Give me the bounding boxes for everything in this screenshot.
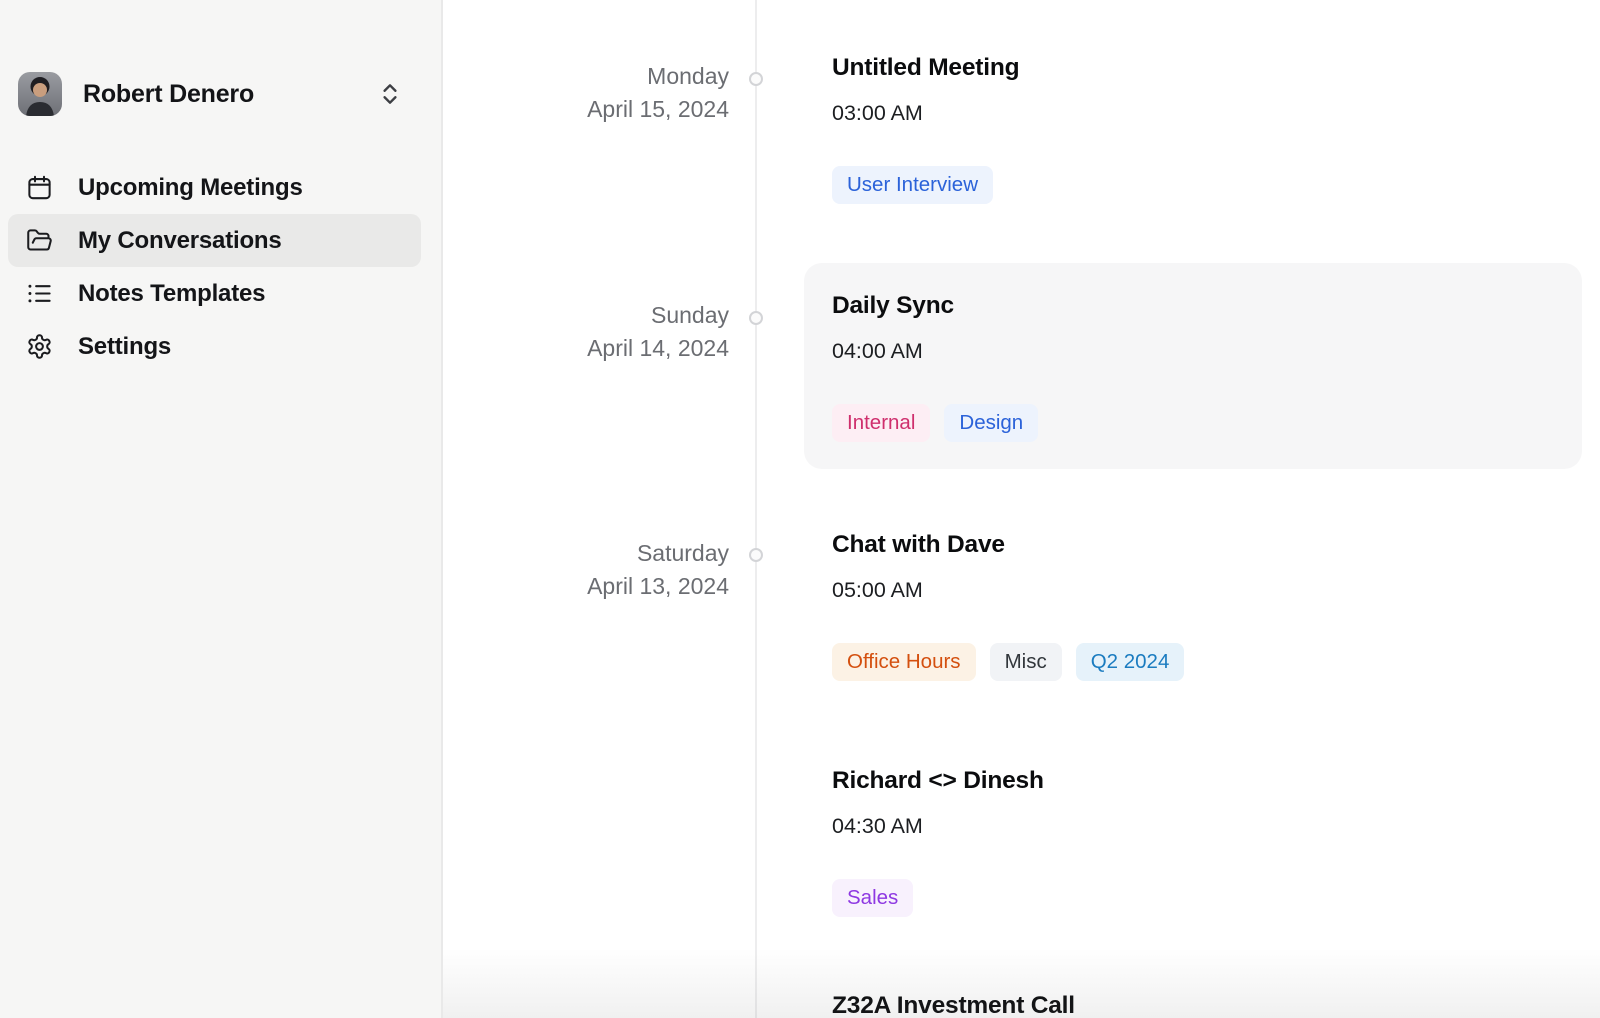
timeline-group: Saturday April 13, 2024 Chat with Dave 0… (443, 530, 1600, 1018)
conversations-timeline: Monday April 15, 2024 Untitled Meeting 0… (443, 0, 1600, 1018)
list-icon (26, 280, 53, 307)
timeline-dot (749, 72, 763, 86)
sidebar-item-label: My Conversations (78, 227, 282, 255)
timeline-dot (749, 311, 763, 325)
day-label: Monday (443, 60, 729, 93)
calendar-icon (26, 174, 53, 201)
meeting-tags: Sales (832, 879, 1554, 917)
day-label: Saturday (443, 537, 729, 570)
sidebar-item-label: Settings (78, 333, 171, 361)
meeting-tag: Sales (832, 879, 913, 917)
meeting-time: 04:30 AM (832, 813, 1554, 839)
meeting-tag: Design (944, 404, 1038, 442)
meeting-card[interactable]: Chat with Dave 05:00 AM Office Hours Mis… (804, 530, 1582, 681)
meeting-title: Chat with Dave (832, 530, 1554, 560)
folder-icon (26, 227, 53, 254)
user-name: Robert Denero (83, 80, 377, 109)
meeting-card[interactable]: Z32A Investment Call (804, 991, 1582, 1018)
sidebar-nav: Upcoming Meetings My Conversations (8, 161, 421, 373)
avatar (18, 72, 62, 116)
app-window: Robert Denero Upcoming Meetings (0, 0, 1600, 1018)
meeting-title: Untitled Meeting (832, 53, 1554, 83)
user-profile-switcher[interactable]: Robert Denero (18, 70, 421, 118)
sidebar-item-label: Upcoming Meetings (78, 174, 303, 202)
sidebar-item-notes-templates[interactable]: Notes Templates (8, 267, 421, 320)
meeting-tag: Office Hours (832, 643, 976, 681)
meeting-tag: Internal (832, 404, 930, 442)
date-label: April 15, 2024 (443, 93, 729, 126)
meeting-title: Daily Sync (832, 291, 1554, 321)
timeline-date: Sunday April 14, 2024 (443, 299, 729, 365)
meeting-time: 04:00 AM (832, 338, 1554, 364)
timeline-dot (749, 548, 763, 562)
timeline-group: Monday April 15, 2024 Untitled Meeting 0… (443, 53, 1600, 204)
meeting-card[interactable]: Richard <> Dinesh 04:30 AM Sales (804, 766, 1582, 917)
meeting-time: 05:00 AM (832, 577, 1554, 603)
chevrons-up-down-icon[interactable] (377, 81, 403, 107)
sidebar-item-my-conversations[interactable]: My Conversations (8, 214, 421, 267)
meeting-card[interactable]: Untitled Meeting 03:00 AM User Interview (804, 53, 1582, 204)
meeting-title: Richard <> Dinesh (832, 766, 1554, 796)
sidebar: Robert Denero Upcoming Meetings (0, 0, 443, 1018)
meeting-title: Z32A Investment Call (832, 991, 1554, 1018)
sidebar-item-label: Notes Templates (78, 280, 265, 308)
timeline-date: Saturday April 13, 2024 (443, 537, 729, 603)
timeline-date: Monday April 15, 2024 (443, 60, 729, 126)
meeting-tags: Office Hours Misc Q2 2024 (832, 643, 1554, 681)
meeting-tags: Internal Design (832, 404, 1554, 442)
meeting-time: 03:00 AM (832, 100, 1554, 126)
date-label: April 13, 2024 (443, 570, 729, 603)
sidebar-item-settings[interactable]: Settings (8, 320, 421, 373)
timeline-group: Sunday April 14, 2024 Daily Sync 04:00 A… (443, 263, 1600, 469)
date-label: April 14, 2024 (443, 332, 729, 365)
meeting-tag: Misc (990, 643, 1062, 681)
meeting-tags: User Interview (832, 166, 1554, 204)
sidebar-item-upcoming-meetings[interactable]: Upcoming Meetings (8, 161, 421, 214)
meeting-tag: Q2 2024 (1076, 643, 1185, 681)
gear-icon (26, 333, 53, 360)
day-label: Sunday (443, 299, 729, 332)
meeting-tag: User Interview (832, 166, 993, 204)
meeting-card[interactable]: Daily Sync 04:00 AM Internal Design (804, 263, 1582, 469)
